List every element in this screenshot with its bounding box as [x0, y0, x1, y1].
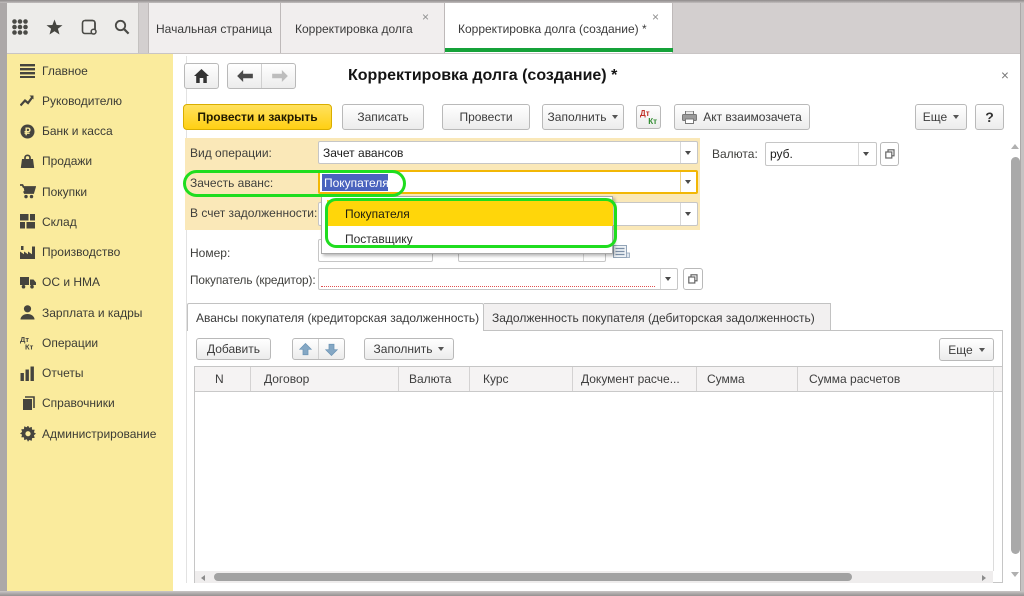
svg-text:₽: ₽	[24, 127, 31, 138]
svg-text:Кт: Кт	[25, 343, 34, 351]
